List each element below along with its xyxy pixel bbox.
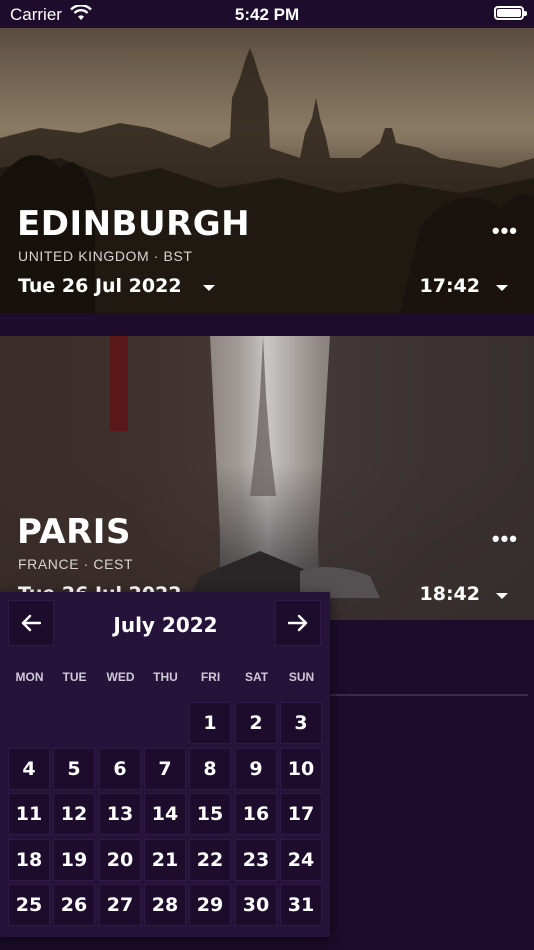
time-selector[interactable]: 17:42 <box>420 275 480 297</box>
paris-street-image <box>0 336 534 620</box>
calendar-day[interactable]: 4 <box>8 747 50 790</box>
weekday-label: THU <box>153 670 178 684</box>
city-name: EDINBURGH <box>17 204 251 244</box>
weekday-label: MON <box>15 670 44 684</box>
calendar-day[interactable]: 26 <box>53 884 95 926</box>
weekday-label: FRI <box>200 670 221 684</box>
calendar-day[interactable]: 7 <box>144 747 186 790</box>
status-time: 5:42 PM <box>234 5 300 24</box>
arrow-left-icon <box>21 614 41 632</box>
status-bar: Carrier 5:42 PM <box>0 0 534 28</box>
calendar-day[interactable]: 31 <box>280 884 322 926</box>
chevron-down-icon[interactable] <box>496 593 508 599</box>
previous-month-button[interactable] <box>8 600 54 646</box>
calendar-day[interactable]: 18 <box>8 838 50 881</box>
calendar-day[interactable]: 17 <box>280 793 322 835</box>
arrow-right-icon <box>288 614 308 632</box>
calendar-day[interactable]: 3 <box>280 702 322 744</box>
calendar-day[interactable]: 1 <box>189 702 231 744</box>
chevron-down-icon[interactable] <box>496 285 508 291</box>
weekday-label: WED <box>106 670 135 684</box>
calendar-day[interactable]: 23 <box>235 838 277 881</box>
divider <box>330 694 528 696</box>
calendar-popover: July 2022 MON TUE WED THU FRI SAT SUN 12345678… <box>0 592 330 937</box>
calendar-day[interactable]: 5 <box>53 747 95 790</box>
calendar-day[interactable]: 27 <box>99 884 141 926</box>
edinburgh-skyline-image <box>0 48 534 313</box>
city-card-paris[interactable]: PARIS FRANCE · CEST Tue 26 Jul 2022 18:4… <box>0 336 534 620</box>
calendar-day[interactable]: 21 <box>144 838 186 881</box>
more-options-icon[interactable]: ••• <box>492 218 518 244</box>
chevron-down-icon[interactable] <box>203 285 215 291</box>
calendar-day[interactable]: 28 <box>144 884 186 926</box>
next-month-button[interactable] <box>275 600 321 646</box>
weekday-label: TUE <box>62 670 87 684</box>
city-subtitle: UNITED KINGDOM · BST <box>18 248 193 264</box>
calendar-day[interactable]: 6 <box>99 747 141 790</box>
calendar-day[interactable]: 15 <box>189 793 231 835</box>
calendar-day[interactable]: 8 <box>189 747 231 790</box>
date-selector[interactable]: Tue 26 Jul 2022 <box>18 275 182 297</box>
more-options-icon[interactable]: ••• <box>492 526 518 552</box>
calendar-day[interactable]: 20 <box>99 838 141 881</box>
city-subtitle: FRANCE · CEST <box>18 556 134 572</box>
city-name: PARIS <box>17 512 131 552</box>
month-title: July 2022 <box>113 613 218 637</box>
calendar-day[interactable]: 24 <box>280 838 322 881</box>
calendar-day[interactable]: 9 <box>235 747 277 790</box>
calendar-day[interactable]: 11 <box>8 793 50 835</box>
calendar-day[interactable]: 2 <box>235 702 277 744</box>
calendar-day[interactable]: 22 <box>189 838 231 881</box>
weekday-label: SAT <box>244 670 269 684</box>
city-card-edinburgh[interactable]: EDINBURGH UNITED KINGDOM · BST Tue 26 Ju… <box>0 28 534 313</box>
calendar-day[interactable]: 19 <box>53 838 95 881</box>
calendar-day[interactable]: 13 <box>99 793 141 835</box>
calendar-day[interactable]: 10 <box>280 747 322 790</box>
calendar-day[interactable]: 12 <box>53 793 95 835</box>
calendar-day[interactable]: 16 <box>235 793 277 835</box>
calendar-day[interactable]: 30 <box>235 884 277 926</box>
calendar-day[interactable]: 14 <box>144 793 186 835</box>
battery-icon <box>494 6 527 20</box>
calendar-day[interactable]: 29 <box>189 884 231 926</box>
weekday-label: SUN <box>288 670 315 684</box>
calendar-day[interactable]: 25 <box>8 884 50 926</box>
time-selector[interactable]: 18:42 <box>420 583 480 605</box>
